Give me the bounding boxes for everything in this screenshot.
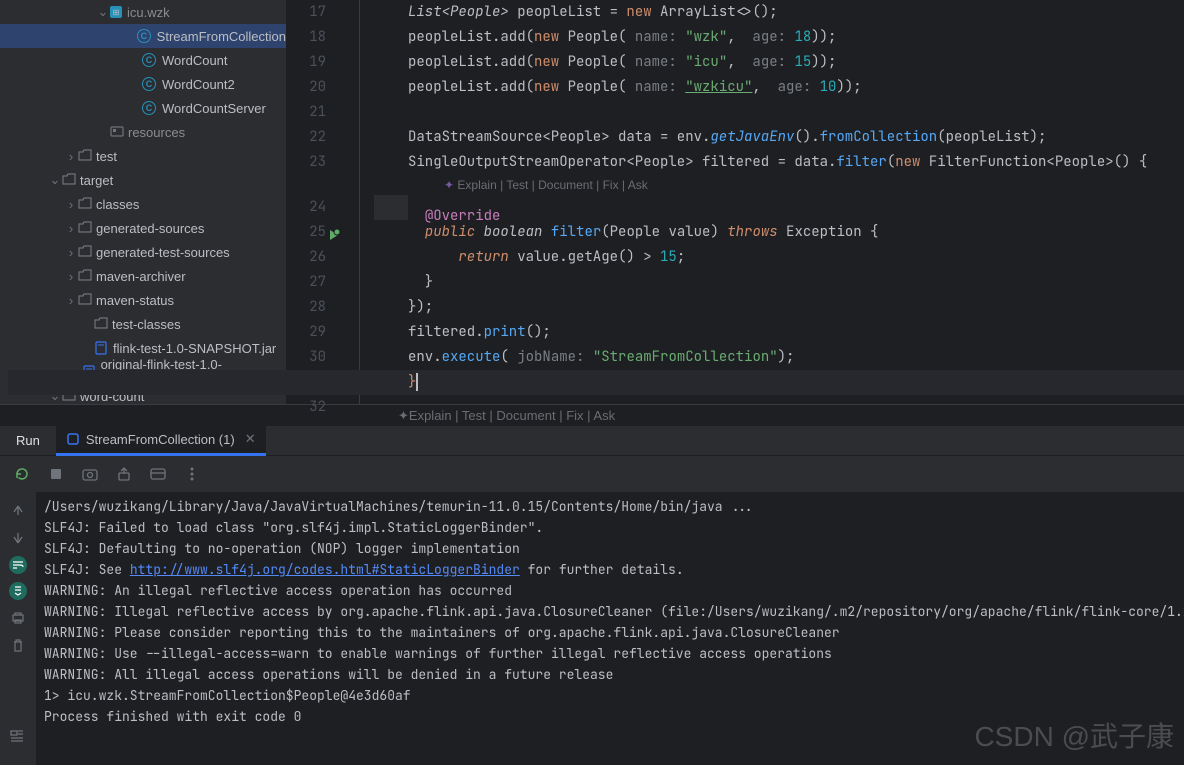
console-gutter xyxy=(0,492,36,765)
run-tab[interactable]: StreamFromCollection (1) ✕ xyxy=(56,426,266,456)
tree-label: test-classes xyxy=(112,317,181,332)
chevron-right-icon: › xyxy=(64,269,78,283)
layout-icon[interactable] xyxy=(148,464,168,484)
tree-item-test[interactable]: › test xyxy=(0,144,286,168)
tree-label: flink-test-1.0-SNAPSHOT.jar xyxy=(113,341,276,356)
chevron-down-icon: ⌄ xyxy=(48,173,62,187)
tree-item-wordcount[interactable]: C WordCount xyxy=(0,48,286,72)
tree-item-icu-wzk[interactable]: ⌄⊞ icu.wzk xyxy=(0,0,286,24)
application-icon xyxy=(66,432,80,446)
folder-icon xyxy=(78,245,92,260)
export-icon[interactable] xyxy=(114,464,134,484)
chevron-down-icon: ⌄ xyxy=(96,5,110,19)
folder-icon xyxy=(78,293,92,308)
tree-label: maven-status xyxy=(96,293,174,308)
project-tree[interactable]: ⌄⊞icu.wzkCStreamFromCollectionCWordCount… xyxy=(0,0,286,404)
tree-label: StreamFromCollection xyxy=(157,29,286,44)
tree-item-maven-status[interactable]: › maven-status xyxy=(0,288,286,312)
tree-item-test-classes[interactable]: test-classes xyxy=(0,312,286,336)
fold-bar xyxy=(344,0,360,404)
console-line: WARNING: Please consider reporting this … xyxy=(44,622,1184,643)
folder-icon xyxy=(78,221,92,236)
bottom-left-icon[interactable] xyxy=(8,728,26,749)
scroll-icon[interactable] xyxy=(9,582,27,600)
chevron-right-icon: › xyxy=(64,245,78,259)
resources-icon xyxy=(110,125,124,140)
run-toolbar xyxy=(0,456,1184,492)
rerun-button[interactable] xyxy=(12,464,32,484)
console-line: WARNING: Use --illegal-access=warn to en… xyxy=(44,643,1184,664)
console-line: SLF4J: Failed to load class "org.slf4j.i… xyxy=(44,517,1184,538)
tree-label: classes xyxy=(96,197,139,212)
inline-ai-lens[interactable]: ✦ Explain | Test | Document | Fix | Ask xyxy=(408,175,1184,195)
tree-label: icu.wzk xyxy=(127,5,170,20)
camera-icon[interactable] xyxy=(80,464,100,484)
close-icon[interactable]: ✕ xyxy=(245,431,256,447)
run-tab-label: StreamFromCollection (1) xyxy=(86,432,235,447)
stop-button[interactable] xyxy=(46,464,66,484)
tree-item-wordcount2[interactable]: C WordCount2 xyxy=(0,72,286,96)
console-line: Process finished with exit code 0 xyxy=(44,706,1184,727)
down-arrow-icon[interactable] xyxy=(8,528,28,548)
chevron-right-icon: › xyxy=(64,293,78,307)
tree-label: generated-test-sources xyxy=(96,245,230,260)
up-arrow-icon[interactable] xyxy=(8,500,28,520)
folder-icon xyxy=(78,269,92,284)
package-icon: ⊞ xyxy=(110,6,122,18)
run-tabs: Run StreamFromCollection (1) ✕ xyxy=(0,426,1184,456)
jar-icon xyxy=(94,341,108,355)
tree-item-resources[interactable]: resources xyxy=(0,120,286,144)
tree-label: target xyxy=(80,173,113,188)
console-line: WARNING: All illegal access operations w… xyxy=(44,664,1184,685)
console-output[interactable]: /Users/wuzikang/Library/Java/JavaVirtual… xyxy=(36,492,1184,765)
console-line: 1> icu.wzk.StreamFromCollection$People@4… xyxy=(44,685,1184,706)
code-editor[interactable]: 17181920212223242526272829303132 List<Pe… xyxy=(286,0,1184,404)
tree-item-wordcountserver[interactable]: C WordCountServer xyxy=(0,96,286,120)
class-icon: C xyxy=(137,29,151,43)
console-line: SLF4J: Defaulting to no-operation (NOP) … xyxy=(44,538,1184,559)
folder-icon xyxy=(78,197,92,212)
folder-icon xyxy=(94,317,108,332)
tree-item-streamfromcollection[interactable]: C StreamFromCollection xyxy=(0,24,286,48)
chevron-right-icon: › xyxy=(64,149,78,163)
console-line: SLF4J: See http://www.slf4j.org/codes.ht… xyxy=(44,559,1184,580)
console-line: WARNING: Illegal reflective access by or… xyxy=(44,601,1184,622)
wrap-icon[interactable] xyxy=(9,556,27,574)
tree-item-maven-archiver[interactable]: › maven-archiver xyxy=(0,264,286,288)
console-line: WARNING: An illegal reflective access op… xyxy=(44,580,1184,601)
console-line: /Users/wuzikang/Library/Java/JavaVirtual… xyxy=(44,496,1184,517)
print-icon[interactable] xyxy=(8,608,28,628)
tree-label: resources xyxy=(128,125,185,140)
class-icon: C xyxy=(142,77,156,91)
run-gutter-icon[interactable] xyxy=(328,225,340,250)
slf4j-link[interactable]: http://www.slf4j.org/codes.html#StaticLo… xyxy=(130,561,520,578)
chevron-right-icon: › xyxy=(64,197,78,211)
more-icon[interactable] xyxy=(182,464,202,484)
folder-icon xyxy=(62,173,76,188)
tree-item-classes[interactable]: › classes xyxy=(0,192,286,216)
run-tool-window: Run StreamFromCollection (1) ✕ xyxy=(0,426,1184,765)
tree-item-generated-test-sources[interactable]: › generated-test-sources xyxy=(0,240,286,264)
tree-item-target[interactable]: ⌄ target xyxy=(0,168,286,192)
tree-label: maven-archiver xyxy=(96,269,186,284)
class-icon: C xyxy=(142,53,156,67)
trash-icon[interactable] xyxy=(8,636,28,656)
tree-label: WordCountServer xyxy=(162,101,266,116)
tree-label: test xyxy=(96,149,117,164)
class-icon: C xyxy=(142,101,156,115)
run-label: Run xyxy=(0,433,56,448)
tree-item-generated-sources[interactable]: › generated-sources xyxy=(0,216,286,240)
tree-label: WordCount xyxy=(162,53,228,68)
chevron-right-icon: › xyxy=(64,221,78,235)
line-gutter: 17181920212223242526272829303132 xyxy=(286,0,344,404)
tree-label: WordCount2 xyxy=(162,77,235,92)
tree-label: generated-sources xyxy=(96,221,204,236)
folder-icon xyxy=(78,149,92,164)
